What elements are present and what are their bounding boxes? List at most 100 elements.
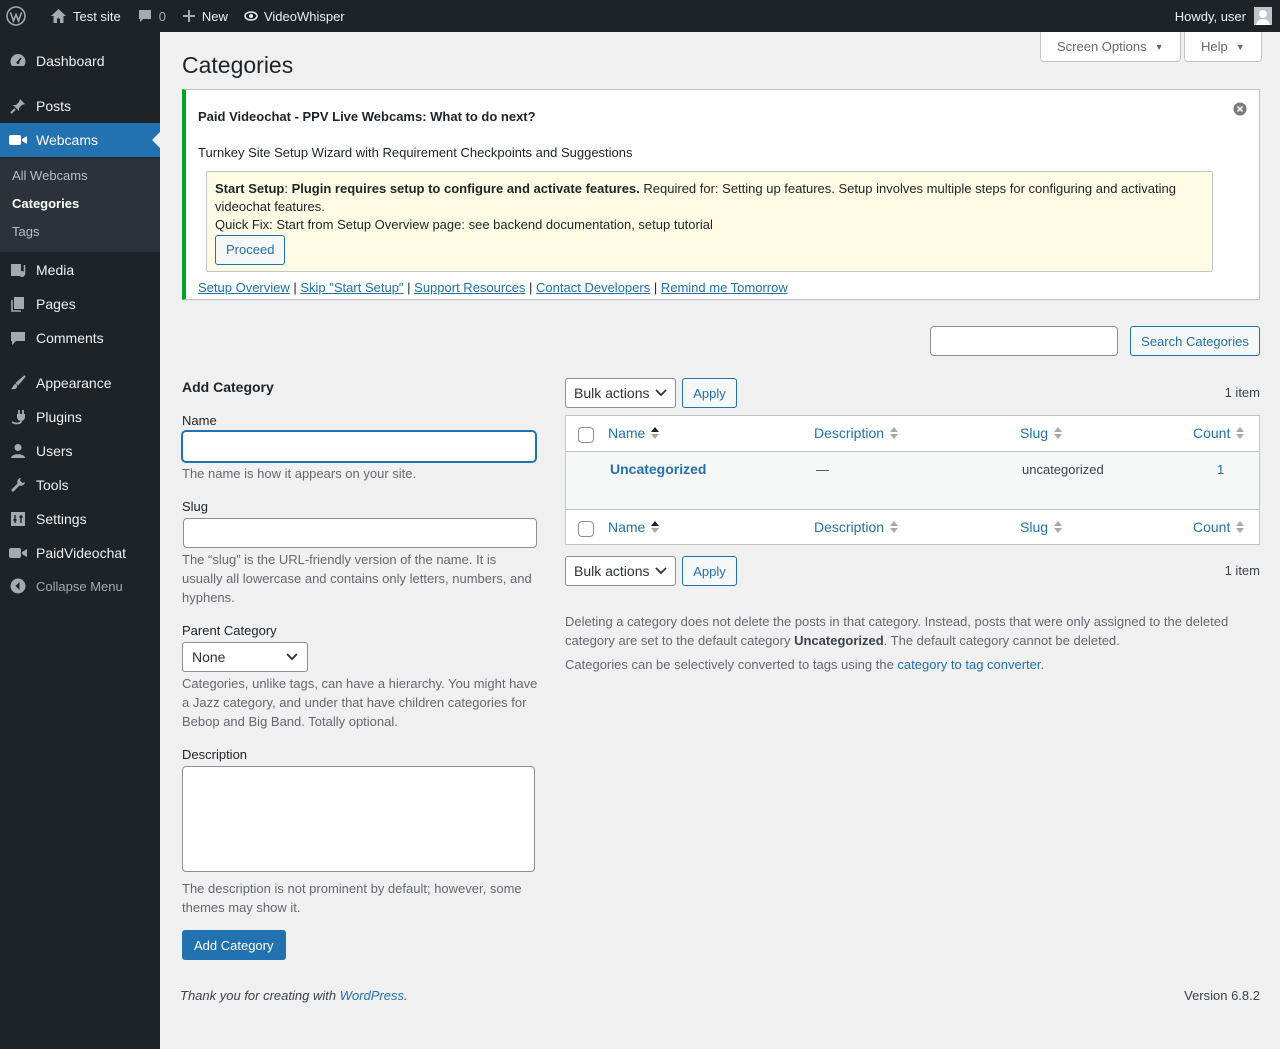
column-slug-label: Slug <box>1020 519 1049 535</box>
menu-item-dashboard[interactable]: Dashboard <box>0 44 160 78</box>
setup-overview-link[interactable]: Setup Overview <box>198 280 290 295</box>
proceed-button[interactable]: Proceed <box>215 235 286 265</box>
wordpress-link[interactable]: WordPress <box>340 988 404 1003</box>
menu-item-settings[interactable]: Settings <box>0 502 160 536</box>
comments-link[interactable]: 0 <box>129 0 174 32</box>
column-name-sort-footer[interactable]: Name <box>608 519 660 535</box>
column-count-sort-footer[interactable]: Count <box>1193 519 1245 535</box>
sort-arrows-icon <box>651 427 660 439</box>
setup-box: Start Setup: Plugin requires setup to co… <box>206 171 1213 272</box>
chevron-down-icon <box>655 389 667 397</box>
comment-icon <box>138 10 151 22</box>
category-description: — <box>816 462 829 477</box>
quick-fix-text: Quick Fix: Start from Setup Overview pag… <box>215 217 713 232</box>
plug-icon <box>0 408 36 426</box>
help-label: Help <box>1201 39 1228 54</box>
search-categories-button[interactable]: Search Categories <box>1130 326 1260 356</box>
bulk-actions-select-top[interactable]: Bulk actions <box>565 378 676 408</box>
category-to-tag-converter-link[interactable]: category to tag converter <box>897 657 1040 672</box>
videowhisper-link[interactable]: VideoWhisper <box>236 0 353 32</box>
column-slug-sort[interactable]: Slug <box>1020 425 1063 441</box>
add-category-button[interactable]: Add Category <box>182 930 286 960</box>
convert-info-text: Categories can be selectively converted … <box>565 657 898 672</box>
menu-item-media[interactable]: Media <box>0 253 160 287</box>
notice-links: Setup Overview | Skip "Start Setup" | Su… <box>198 280 788 295</box>
submenu-tags[interactable]: Tags <box>12 224 39 239</box>
parent-category-label: Parent Category <box>182 623 277 638</box>
menu-label: Webcams <box>36 132 98 148</box>
menu-label: Users <box>36 443 73 459</box>
submenu-categories[interactable]: Categories <box>12 196 79 211</box>
menu-item-plugins[interactable]: Plugins <box>0 400 160 434</box>
screen-options-button[interactable]: Screen Options ▼ <box>1040 32 1181 62</box>
sort-arrows-icon <box>890 521 899 533</box>
user-icon <box>0 442 36 460</box>
my-account-link[interactable]: Howdy, user <box>1175 0 1272 32</box>
setup-requirement: Plugin requires setup to configure and a… <box>291 181 640 196</box>
select-all-checkbox-footer[interactable] <box>578 521 594 537</box>
slug-help: The “slug” is the URL-friendly version o… <box>182 552 532 605</box>
comment-icon <box>0 329 36 347</box>
notice-subtitle: Turnkey Site Setup Wizard with Requireme… <box>198 145 633 160</box>
slug-input[interactable] <box>183 518 537 548</box>
menu-item-users[interactable]: Users <box>0 434 160 468</box>
default-category-name: Uncategorized <box>794 633 884 648</box>
menu-label: Settings <box>36 511 87 527</box>
slug-label: Slug <box>182 499 209 514</box>
parent-category-select[interactable]: None <box>182 642 308 672</box>
help-button[interactable]: Help ▼ <box>1184 32 1262 62</box>
column-name-sort[interactable]: Name <box>608 425 660 441</box>
column-count-label: Count <box>1193 519 1231 535</box>
items-count-bottom: 1 item <box>1224 563 1260 578</box>
submenu-all-webcams[interactable]: All Webcams <box>12 168 88 183</box>
description-help: The description is not prominent by defa… <box>182 881 522 915</box>
setup-notice: Paid Videochat - PPV Live Webcams: What … <box>182 89 1260 300</box>
menu-item-webcams[interactable]: Webcams <box>0 123 160 157</box>
setup-description: Start Setup: Plugin requires setup to co… <box>215 181 1176 214</box>
column-slug-sort-footer[interactable]: Slug <box>1020 519 1063 535</box>
column-count-sort[interactable]: Count <box>1193 425 1245 441</box>
menu-item-tools[interactable]: Tools <box>0 468 160 502</box>
new-content-link[interactable]: New <box>174 0 236 32</box>
close-icon[interactable] <box>1233 102 1247 116</box>
category-count-link[interactable]: 1 <box>1217 462 1224 477</box>
collapse-menu-button[interactable]: Collapse Menu <box>0 569 160 603</box>
description-textarea[interactable] <box>182 766 535 872</box>
menu-item-pages[interactable]: Pages <box>0 287 160 321</box>
settings-icon <box>0 510 36 528</box>
search-input[interactable] <box>930 326 1118 356</box>
apply-button-bottom[interactable]: Apply <box>682 556 737 586</box>
admin-sidebar: Dashboard Posts Webcams All Webcams Cate… <box>0 32 160 1049</box>
category-name-link[interactable]: Uncategorized <box>610 461 706 477</box>
sort-arrows-icon <box>1236 521 1245 533</box>
site-name-link[interactable]: Test site <box>42 0 129 32</box>
column-description-sort[interactable]: Description <box>814 425 899 441</box>
menu-item-paidvideochat[interactable]: PaidVideochat <box>0 536 160 570</box>
table-row: Uncategorized — uncategorized 1 <box>566 452 1259 509</box>
menu-item-appearance[interactable]: Appearance <box>0 366 160 400</box>
table-header: Name Description Slug Count <box>566 416 1259 452</box>
video-camera-icon <box>0 133 36 147</box>
footer-thanks-end: . <box>404 988 408 1003</box>
menu-item-comments[interactable]: Comments <box>0 321 160 355</box>
name-input[interactable] <box>182 431 536 462</box>
bulk-actions-select-bottom[interactable]: Bulk actions <box>565 556 676 586</box>
new-label: New <box>201 8 228 24</box>
apply-button-top[interactable]: Apply <box>682 378 737 408</box>
menu-label: PaidVideochat <box>36 545 127 561</box>
skip-start-setup-link[interactable]: Skip "Start Setup" <box>300 280 403 295</box>
wordpress-logo-icon[interactable] <box>0 0 42 32</box>
column-name-label: Name <box>608 519 646 535</box>
remind-tomorrow-link[interactable]: Remind me Tomorrow <box>661 280 788 295</box>
webcams-submenu: All Webcams Categories Tags <box>0 158 160 252</box>
menu-item-posts[interactable]: Posts <box>0 89 160 123</box>
video-camera-icon <box>0 546 36 560</box>
column-description-sort-footer[interactable]: Description <box>814 519 899 535</box>
chevron-down-icon <box>286 653 298 661</box>
contact-developers-link[interactable]: Contact Developers <box>536 280 650 295</box>
support-resources-link[interactable]: Support Resources <box>414 280 525 295</box>
select-all-checkbox[interactable] <box>578 427 594 443</box>
menu-label: Plugins <box>36 409 82 425</box>
caret-down-icon: ▼ <box>1154 41 1164 52</box>
plus-icon <box>182 10 195 22</box>
